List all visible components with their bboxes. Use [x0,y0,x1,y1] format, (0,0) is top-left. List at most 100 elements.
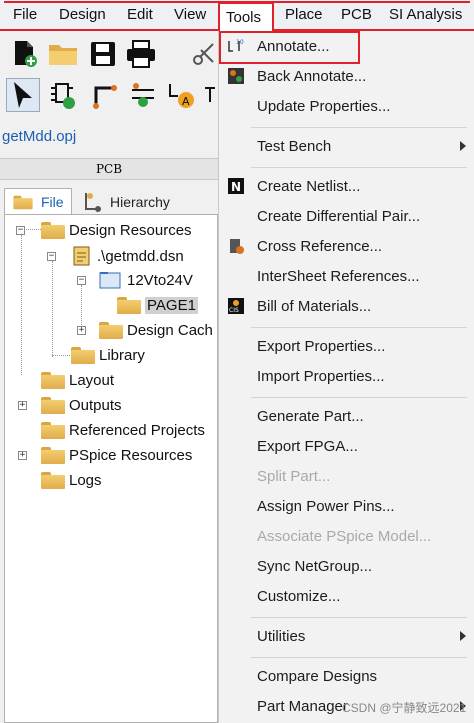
menu-sync-netgroup[interactable]: Sync NetGroup... [257,558,372,575]
collapse-icon[interactable]: − [77,276,86,285]
menu-view[interactable]: View [174,6,206,23]
menu-customize[interactable]: Customize... [257,588,340,605]
tree-item-label: Layout [69,371,115,389]
page-icon [117,296,141,314]
tree-item-label: 12Vto24V [127,271,193,289]
tree-item-pspice-resources[interactable]: PSpice Resources [41,444,192,466]
menu-separator [251,397,467,398]
project-title: getMdd.opj [2,128,77,145]
tree-item-layout[interactable]: Layout [41,369,114,391]
place-net-alias-button[interactable] [126,78,160,112]
menu-bill-of-materials[interactable]: Bill of Materials... [257,298,371,315]
tree-item-label: Referenced Projects [69,421,205,439]
panel-header: PCB [0,158,218,180]
printer-icon [127,40,155,68]
bus-icon [205,87,215,102]
menu-export-fpga[interactable]: Export FPGA... [257,438,358,455]
menu-update-properties[interactable]: Update Properties... [257,98,390,115]
place-part-button[interactable] [46,78,80,112]
place-port-button[interactable]: A [164,78,198,112]
menu-create-netlist[interactable]: Create Netlist... [257,178,360,195]
tree-item-outputs[interactable]: Outputs [41,394,122,416]
tab-file-label: File [41,194,64,210]
tab-file[interactable]: File [4,188,72,215]
new-file-button[interactable] [8,37,42,71]
menu-pcb[interactable]: PCB [341,6,372,23]
tree-item-page1[interactable]: PAGE1 [117,294,198,316]
svg-text:A: A [182,95,190,108]
menu-split-part: Split Part... [257,468,331,485]
tree-item-design-cache[interactable]: Design Cach [99,319,213,341]
menu-assign-power-pins[interactable]: Assign Power Pins... [257,498,395,515]
print-button[interactable] [124,37,158,71]
menu-create-differential-pair[interactable]: Create Differential Pair... [257,208,420,225]
menu-file[interactable]: File [13,6,37,23]
menu-place[interactable]: Place [285,6,323,23]
submenu-arrow-icon [460,631,466,641]
bom-icon: CIS [228,298,244,314]
folder-icon [71,346,95,364]
more-tools-button[interactable] [200,78,218,112]
menu-utilities[interactable]: Utilities [257,628,305,645]
back-annotate-icon [228,68,244,84]
folder-icon [41,471,65,489]
menu-associate-pspice-model: Associate PSpice Model... [257,528,432,545]
expand-icon[interactable]: + [77,326,86,335]
cross-reference-icon [230,239,244,254]
expand-icon[interactable]: + [18,401,27,410]
tree-item-logs[interactable]: Logs [41,469,102,491]
folder-icon [41,221,65,239]
expand-icon[interactable]: + [18,451,27,460]
tree-item-label: Library [99,346,145,364]
menu-generate-part[interactable]: Generate Part... [257,408,364,425]
tree-item-referenced-projects[interactable]: Referenced Projects [41,419,205,441]
folder-icon [41,396,65,414]
tree-line [52,261,53,357]
design-file-icon [73,246,90,266]
select-button[interactable] [6,78,40,112]
standard-toolbar [0,34,218,74]
menu-separator [251,657,467,658]
place-wire-button[interactable] [88,78,122,112]
scissors-icon [193,43,214,65]
menu-tools[interactable]: Tools [218,2,274,32]
submenu-arrow-icon [460,141,466,151]
pointer-icon [14,82,32,108]
tree-item-library[interactable]: Library [71,344,145,366]
tree-line [21,235,22,375]
place-part-icon [51,83,75,109]
menu-test-bench[interactable]: Test Bench [257,138,331,155]
menu-cross-reference[interactable]: Cross Reference... [257,238,382,255]
save-button[interactable] [86,37,120,71]
cut-button[interactable] [190,37,218,71]
hierarchy-icon [85,192,101,212]
menu-import-properties[interactable]: Import Properties... [257,368,385,385]
schematic-folder-icon [99,272,121,289]
tree-item-label: PSpice Resources [69,446,193,464]
tree-item-dsn[interactable]: .\getmdd.dsn [71,245,184,267]
open-folder-icon [49,45,77,65]
svg-text:CIS: CIS [229,307,239,314]
port-icon: A [169,84,194,108]
tree-item-label: Design Resources [69,221,192,239]
open-button[interactable] [46,37,80,71]
project-tree: − Design Resources − .\getmdd.dsn − 12Vt… [4,214,218,723]
tree-item-label: Design Cach [127,321,213,339]
collapse-icon[interactable]: − [16,226,25,235]
menu-si-analysis[interactable]: SI Analysis [389,6,462,23]
tree-item-schematic[interactable]: 12Vto24V [99,269,193,291]
tree-item-design-resources[interactable]: Design Resources [41,219,192,241]
menu-separator [251,327,467,328]
menu-intersheet-references[interactable]: InterSheet References... [257,268,420,285]
netlist-icon: N [228,178,244,194]
menu-design[interactable]: Design [59,6,106,23]
menu-back-annotate[interactable]: Back Annotate... [257,68,366,85]
menu-edit[interactable]: Edit [127,6,153,23]
tab-hierarchy[interactable]: Hierarchy [76,188,176,215]
menu-part-manager[interactable]: Part Manager [257,698,348,715]
collapse-icon[interactable]: − [47,252,56,261]
folder-icon [41,446,65,464]
menu-compare-designs[interactable]: Compare Designs [257,668,377,685]
svg-text:N: N [231,180,241,194]
menu-export-properties[interactable]: Export Properties... [257,338,385,355]
